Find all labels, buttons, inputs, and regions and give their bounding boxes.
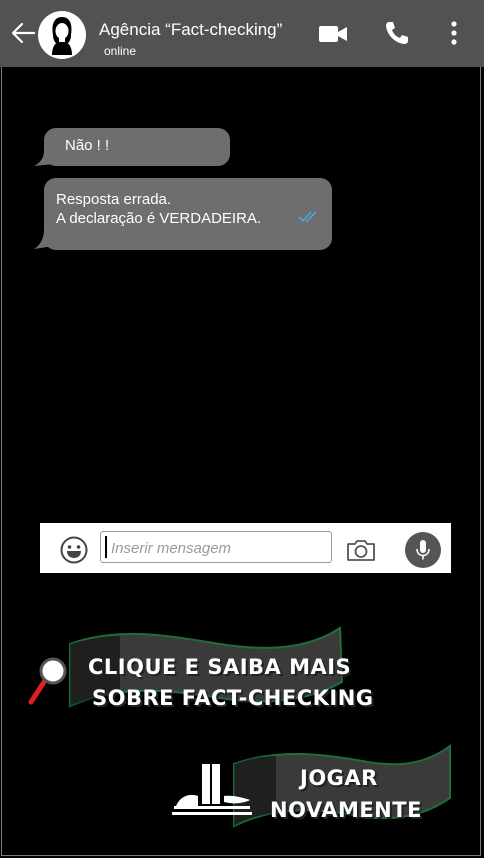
congress-building-icon [172,764,252,815]
learn-more-line1: CLIQUE E SAIBA MAIS [88,655,352,679]
contact-status: online [104,44,137,58]
camera-icon[interactable] [346,539,376,561]
phone-icon[interactable] [384,20,410,46]
avatar[interactable] [38,11,86,59]
contact-name[interactable]: Agência “Fact-checking” [99,20,282,40]
message-composer [40,523,451,573]
avatar-icon [52,17,72,55]
text-caret [105,536,107,558]
read-ticks-icon [298,211,317,223]
message-bubble-2: Resposta errada. A declaração é VERDADEI… [44,178,332,250]
message-text-line1: Resposta errada. [56,191,172,208]
emoji-icon[interactable] [60,536,88,564]
message-bubble-1: Não ! ! [44,128,230,166]
mic-button[interactable] [405,532,441,568]
back-arrow-icon[interactable] [10,20,36,46]
message-text: Não ! ! [65,137,110,154]
video-camera-icon[interactable] [318,24,348,44]
message-input[interactable] [100,531,332,563]
learn-more-line2: SOBRE FACT-CHECKING [92,686,374,710]
magnifier-icon [28,657,67,705]
chat-header: Agência “Fact-checking” online [0,0,484,67]
play-again-line1: JOGAR [300,766,378,790]
more-vert-icon[interactable] [449,20,459,46]
play-again-line2: NOVAMENTE [270,798,422,822]
mic-icon [416,540,430,560]
message-text-line2: A declaração é VERDADEIRA. [56,210,262,227]
